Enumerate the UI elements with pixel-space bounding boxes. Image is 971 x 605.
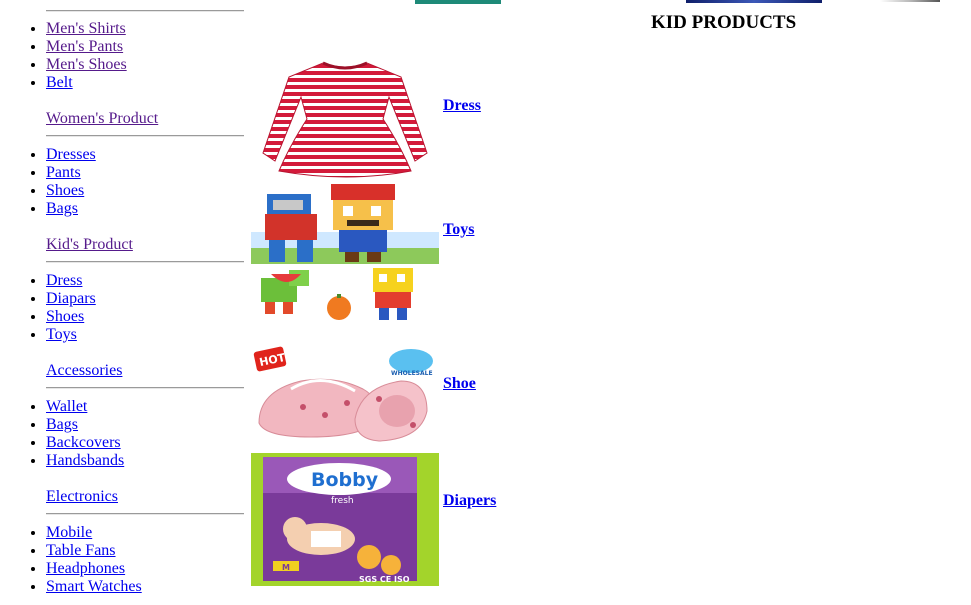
product-link-shoe[interactable]: Shoe [443, 375, 476, 393]
list-item: Mobile [46, 524, 142, 542]
diaper-size-text: M [282, 563, 290, 572]
link-kids-shoes[interactable]: Shoes [46, 308, 84, 325]
link-mobile[interactable]: Mobile [46, 524, 92, 541]
dress-illustration [251, 57, 439, 180]
link-accessories-bags[interactable]: Bags [46, 416, 78, 433]
link-mens-shirts[interactable]: Men's Shirts [46, 20, 126, 37]
list-item: Diapars [46, 290, 96, 308]
list-item: Backcovers [46, 434, 124, 452]
accessories-heading[interactable]: Accessories [46, 362, 122, 380]
mens-product-list: Men's Shirts Men's Pants Men's Shoes Bel… [0, 20, 127, 92]
shoes-illustration: HOT WHOLESALE [251, 341, 439, 446]
bobby-diapers-pack-image[interactable]: Bobby fresh M SGS CE ISO [251, 453, 439, 586]
link-belt[interactable]: Belt [46, 74, 73, 91]
product-link-diapers[interactable]: Diapers [443, 492, 496, 510]
pink-baby-shoes-image[interactable]: HOT WHOLESALE [251, 341, 439, 446]
diapers-illustration: Bobby fresh M SGS CE ISO [251, 453, 439, 586]
link-kids-toys[interactable]: Toys [46, 326, 77, 343]
product-link-toys[interactable]: Toys [443, 221, 474, 239]
section-divider [46, 261, 244, 263]
list-item: Belt [46, 74, 127, 92]
kids-product-list: Dress Diapars Shoes Toys [0, 272, 96, 344]
womens-product-heading[interactable]: Women's Product [46, 110, 158, 128]
banner-image-fragment [686, 0, 822, 3]
kids-product-heading[interactable]: Kid's Product [46, 236, 133, 254]
list-item: Bags [46, 416, 124, 434]
link-mens-pants[interactable]: Men's Pants [46, 38, 123, 55]
list-item: Dresses [46, 146, 96, 164]
section-divider [46, 387, 244, 389]
list-item: Smart Watches [46, 578, 142, 596]
diaper-sub-text: fresh [331, 496, 354, 506]
link-womens-shoes[interactable]: Shoes [46, 182, 84, 199]
link-wallet[interactable]: Wallet [46, 398, 87, 415]
link-table-fans[interactable]: Table Fans [46, 542, 116, 559]
link-womens-pants[interactable]: Pants [46, 164, 81, 181]
list-item: Wallet [46, 398, 124, 416]
diaper-brand-text: Bobby [311, 469, 379, 491]
red-striped-dress-image[interactable] [251, 57, 439, 180]
link-smart-watches[interactable]: Smart Watches [46, 578, 142, 595]
banner-image-fragment [415, 0, 501, 4]
womens-product-list: Dresses Pants Shoes Bags [0, 146, 96, 218]
list-item: Table Fans [46, 542, 142, 560]
link-kids-diapars[interactable]: Diapars [46, 290, 96, 307]
list-item: Shoes [46, 182, 96, 200]
list-item: Men's Shirts [46, 20, 127, 38]
link-backcovers[interactable]: Backcovers [46, 434, 121, 451]
list-item: Handsbands [46, 452, 124, 470]
link-womens-bags[interactable]: Bags [46, 200, 78, 217]
block-toys-image[interactable] [251, 182, 439, 329]
link-kids-dress[interactable]: Dress [46, 272, 82, 289]
list-item: Dress [46, 272, 96, 290]
list-item: Toys [46, 326, 96, 344]
section-divider [46, 135, 244, 137]
list-item: Pants [46, 164, 96, 182]
product-link-dress[interactable]: Dress [443, 97, 481, 115]
banner-image-fragment [880, 0, 940, 2]
section-divider [46, 513, 244, 515]
cert-marks-text: SGS CE ISO [359, 575, 410, 584]
electronics-list: Mobile Table Fans Headphones Smart Watch… [0, 524, 142, 596]
accessories-list: Wallet Bags Backcovers Handsbands [0, 398, 124, 470]
toys-illustration [251, 182, 439, 329]
category-sidebar: Men's Shirts Men's Pants Men's Shoes Bel… [0, 0, 250, 605]
list-item: Men's Pants [46, 38, 127, 56]
wholesale-badge-text: WHOLESALE [391, 370, 433, 377]
list-item: Headphones [46, 560, 142, 578]
list-item: Bags [46, 200, 96, 218]
section-divider [46, 10, 244, 12]
link-dresses[interactable]: Dresses [46, 146, 96, 163]
page-title: KID PRODUCTS [651, 12, 797, 33]
link-handsbands[interactable]: Handsbands [46, 452, 124, 469]
list-item: Men's Shoes [46, 56, 127, 74]
link-headphones[interactable]: Headphones [46, 560, 125, 577]
electronics-heading[interactable]: Electronics [46, 488, 118, 506]
list-item: Shoes [46, 308, 96, 326]
link-mens-shoes[interactable]: Men's Shoes [46, 56, 127, 73]
